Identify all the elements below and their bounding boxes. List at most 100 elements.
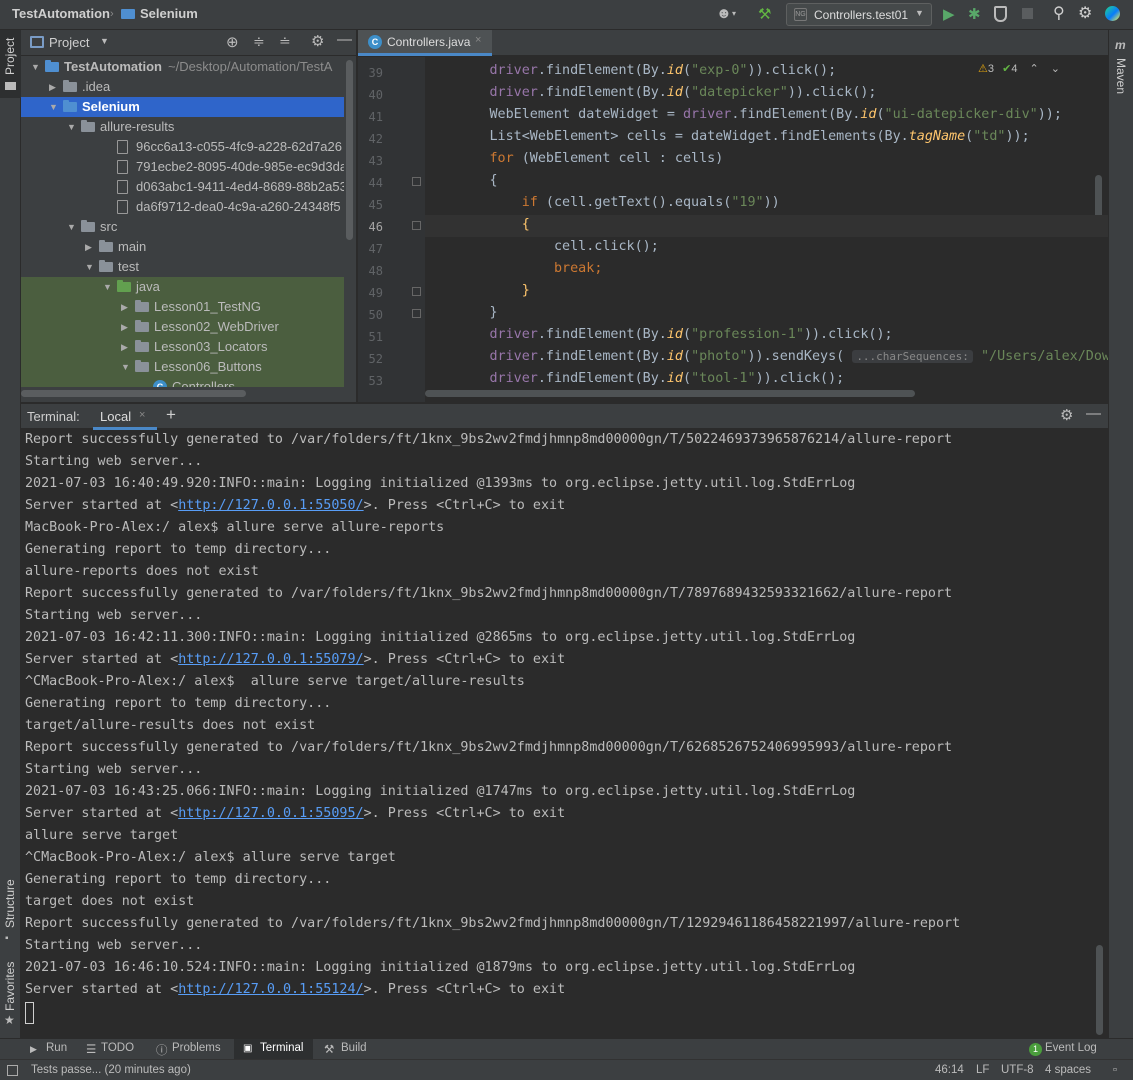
terminal-tab-local[interactable]: Local × xyxy=(93,404,157,430)
server-url-link[interactable]: http://127.0.0.1:55124/ xyxy=(178,982,363,997)
run-icon[interactable]: ▶ xyxy=(943,5,955,23)
tree-item[interactable]: ▼ java xyxy=(21,277,344,297)
chevron-down-icon[interactable]: ▼ xyxy=(67,117,77,137)
chevron-down-icon[interactable]: ▼ xyxy=(121,357,131,377)
tree-item[interactable]: ▶ main xyxy=(21,237,344,257)
breadcrumb-project[interactable]: TestAutomation xyxy=(12,6,110,21)
folder-icon xyxy=(63,80,77,92)
build-hammer-icon[interactable]: ⚒ xyxy=(758,5,771,23)
structure-tool-tab[interactable]: Structure ▪ xyxy=(0,872,21,944)
settings-gear-icon[interactable]: ⚙ xyxy=(1060,406,1073,424)
todo-tool-tab[interactable]: ☰ TODO xyxy=(82,1039,142,1060)
locate-target-icon[interactable]: ⊕ xyxy=(226,33,239,51)
event-log-tool-tab[interactable]: 1 Event Log xyxy=(1024,1039,1108,1060)
terminal-tool-tab[interactable]: ▣ Terminal xyxy=(234,1039,313,1060)
chevron-down-icon[interactable]: ▼ xyxy=(85,257,95,277)
tree-item[interactable]: ▶ .idea xyxy=(21,77,344,97)
chevron-right-icon[interactable]: ▶ xyxy=(49,77,59,97)
status-message[interactable]: Tests passe... (20 minutes ago) xyxy=(31,1064,191,1076)
tree-item[interactable]: ▼ TestAutomation ~/Desktop/Automation/Test… xyxy=(21,57,344,77)
coverage-shield-icon[interactable] xyxy=(994,6,1007,22)
code-line: driver.findElement(By.id("photo")).sendK… xyxy=(489,349,1109,364)
fold-marker-icon[interactable] xyxy=(412,177,421,186)
editor-tab-controllers[interactable]: C Controllers.java × xyxy=(358,30,492,56)
terminal-output[interactable]: Report successfully generated to /var/fo… xyxy=(21,430,1108,1038)
chevron-right-icon[interactable]: ▶ xyxy=(121,317,131,337)
server-url-link[interactable]: http://127.0.0.1:55095/ xyxy=(178,806,363,821)
tree-vertical-scrollbar[interactable] xyxy=(346,60,353,240)
tree-item[interactable]: da6f9712-dea0-4c9a-a260-24348f5 xyxy=(21,197,344,217)
debug-bug-icon[interactable]: ✱ xyxy=(968,5,981,23)
tree-item[interactable]: ▶ Lesson01_TestNG xyxy=(21,297,344,317)
chevron-down-icon[interactable]: ⌄ xyxy=(1051,63,1060,75)
chevron-right-icon[interactable]: ▶ xyxy=(85,237,95,257)
tree-item[interactable]: ▶ Lesson02_WebDriver xyxy=(21,317,344,337)
caret-position[interactable]: 46:14 xyxy=(935,1064,964,1076)
build-tool-tab[interactable]: ⚒ Build xyxy=(320,1039,375,1060)
chevron-right-icon[interactable]: ▶ xyxy=(121,297,131,317)
project-panel-title[interactable]: Project xyxy=(49,35,89,50)
line-number: 47 xyxy=(368,242,383,256)
collapse-all-icon[interactable]: ≐ xyxy=(279,33,291,50)
chevron-down-icon[interactable]: ▼ xyxy=(31,57,41,77)
problems-tool-tab[interactable]: ⓘ Problems xyxy=(152,1039,232,1060)
project-tool-tab[interactable]: Project xyxy=(0,30,21,98)
chevron-down-icon[interactable]: ▼ xyxy=(103,277,113,297)
tree-item-label: Lesson03_Locators xyxy=(154,339,268,354)
terminal-line: Report successfully generated to /var/fo… xyxy=(25,432,953,447)
hide-panel-icon[interactable]: — xyxy=(337,31,352,48)
close-icon[interactable]: × xyxy=(475,34,481,46)
chevron-right-icon[interactable]: ▶ xyxy=(121,337,131,357)
user-icon[interactable]: ☻ xyxy=(716,5,732,22)
indent-setting[interactable]: 4 spaces xyxy=(1045,1064,1091,1076)
tree-item[interactable]: ▼ Selenium xyxy=(21,97,344,117)
chevron-down-icon[interactable]: ▼ xyxy=(49,97,59,117)
favorites-tool-label: Favorites xyxy=(3,961,17,1011)
chevron-up-icon[interactable]: ⌃ xyxy=(1030,63,1039,75)
search-icon[interactable]: ⚲ xyxy=(1053,3,1065,23)
tree-item[interactable]: ▼ Lesson06_Buttons xyxy=(21,357,344,377)
tool-windows-toggle-icon[interactable] xyxy=(7,1065,18,1076)
tree-item[interactable]: d063abc1-9411-4ed4-8689-88b2a53 xyxy=(21,177,344,197)
new-terminal-plus-icon[interactable]: + xyxy=(166,405,176,425)
fold-marker-icon[interactable] xyxy=(412,287,421,296)
expand-all-icon[interactable]: ≑ xyxy=(253,33,265,50)
settings-gear-icon[interactable]: ⚙ xyxy=(1078,3,1092,23)
toolbox-icon[interactable] xyxy=(1105,6,1120,21)
tree-item[interactable]: 791ecbe2-8095-40de-985e-ec9d3da xyxy=(21,157,344,177)
tree-item-label: test xyxy=(118,259,139,274)
hide-panel-icon[interactable]: — xyxy=(1086,405,1101,422)
file-encoding[interactable]: UTF-8 xyxy=(1001,1064,1034,1076)
favorites-tool-tab[interactable]: Favorites ★ xyxy=(0,958,21,1028)
tree-item-label: Selenium xyxy=(82,99,140,114)
fold-marker-icon[interactable] xyxy=(412,221,421,230)
run-tool-tab[interactable]: ▶ Run xyxy=(22,1039,74,1060)
server-url-link[interactable]: http://127.0.0.1:55079/ xyxy=(178,652,363,667)
tree-item[interactable]: C Controllers xyxy=(21,377,344,387)
code-editor[interactable]: ⚠3 ✔4 ⌃ ⌄ driver.findElement(By.id("exp-… xyxy=(425,57,1108,402)
tree-item[interactable]: ▼ allure-results xyxy=(21,117,344,137)
breadcrumb-module[interactable]: Selenium xyxy=(140,6,198,21)
close-icon[interactable]: × xyxy=(139,409,145,421)
java-class-icon: C xyxy=(368,35,382,49)
settings-gear-icon[interactable]: ⚙ xyxy=(311,32,324,50)
line-separator[interactable]: LF xyxy=(976,1064,989,1076)
tree-item[interactable]: 96cc6a13-c055-4fc9-a228-62d7a26 xyxy=(21,137,344,157)
tree-item[interactable]: ▼ test xyxy=(21,257,344,277)
tree-item[interactable]: ▶ Lesson03_Locators xyxy=(21,337,344,357)
terminal-scrollbar[interactable] xyxy=(1096,945,1103,1035)
inspection-widget[interactable]: ⚠3 ✔4 ⌃ ⌄ xyxy=(978,62,1060,75)
run-configuration-select[interactable]: NG Controllers.test01 ▼ xyxy=(786,3,932,26)
maven-tool-label[interactable]: Maven xyxy=(1114,58,1128,94)
chevron-down-icon[interactable]: ▼ xyxy=(67,217,77,237)
stop-icon[interactable] xyxy=(1022,8,1033,19)
folder-icon xyxy=(135,360,149,372)
lock-icon[interactable]: ▫ xyxy=(1113,1064,1117,1076)
tree-horizontal-scrollbar[interactable] xyxy=(21,390,246,397)
fold-marker-icon[interactable] xyxy=(412,309,421,318)
chevron-down-icon[interactable]: ▼ xyxy=(100,36,109,46)
editor-horizontal-scrollbar[interactable] xyxy=(425,390,915,397)
tree-item[interactable]: ▼ src xyxy=(21,217,344,237)
server-url-link[interactable]: http://127.0.0.1:55050/ xyxy=(178,498,363,513)
module-folder-icon xyxy=(45,60,59,72)
